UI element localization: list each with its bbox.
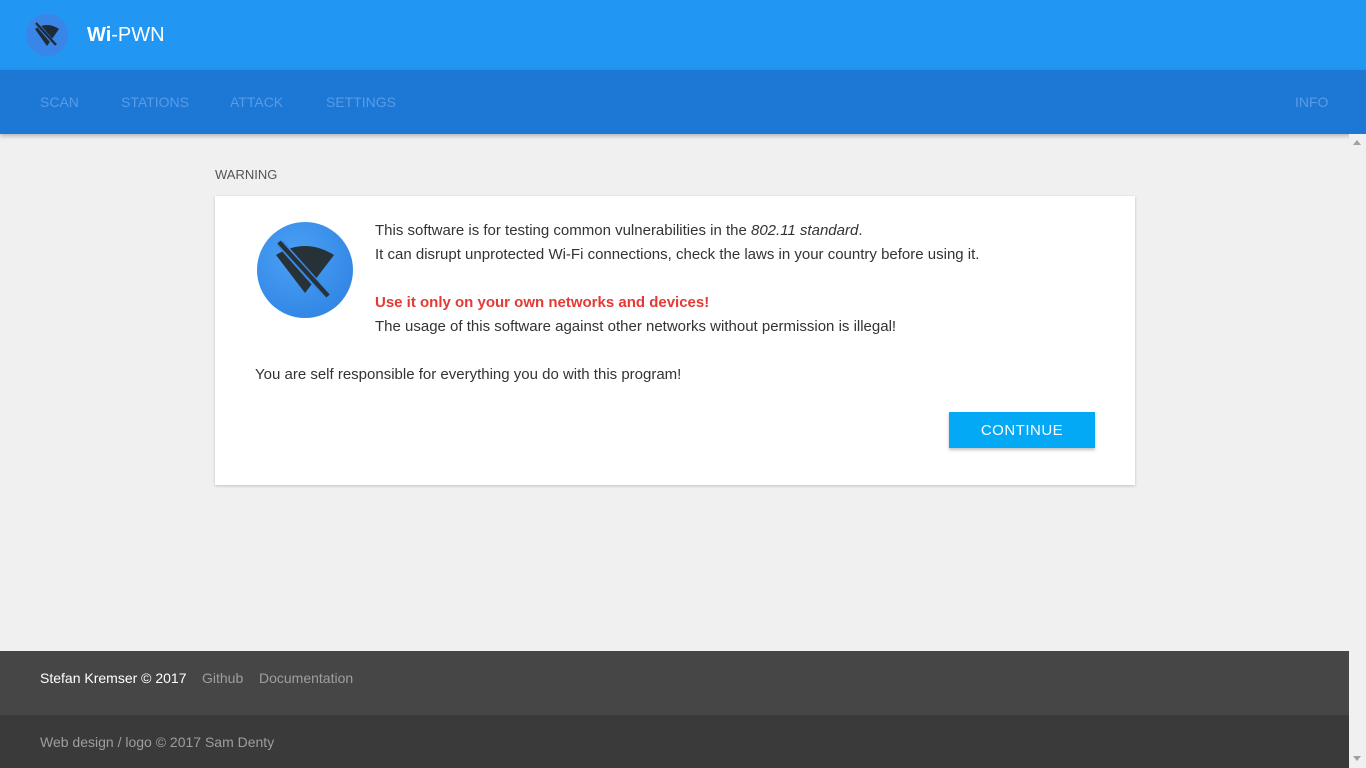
warning-text: Use it only on your own networks and dev… — [375, 294, 710, 311]
nav-info[interactable]: INFO — [1295, 94, 1328, 110]
standard-name: 802.11 standard — [751, 222, 859, 239]
footer-link-documentation[interactable]: Documentation — [259, 670, 353, 686]
responsibility-text: You are self responsible for everything … — [255, 366, 682, 383]
continue-button[interactable]: CONTINUE — [949, 412, 1095, 448]
nav-scan[interactable]: SCAN — [40, 94, 79, 110]
intro-text-suffix: . — [858, 222, 863, 239]
nav-attack[interactable]: ATTACK — [230, 94, 283, 110]
section-title: WARNING — [215, 167, 278, 182]
disruption-text: It can disrupt unprotected Wi-Fi connect… — [375, 246, 980, 263]
wifi-off-logo-icon — [257, 222, 353, 318]
footer-copyright: Stefan Kremser © 2017 — [40, 670, 187, 686]
app-header: Wi-PWN — [0, 0, 1366, 70]
warning-card: This software is for testing common vuln… — [215, 196, 1135, 485]
wifi-off-icon[interactable] — [26, 14, 68, 56]
footer-main: Stefan Kremser © 2017 Github Documentati… — [0, 651, 1349, 715]
intro-text-prefix: This software is for testing common vuln… — [375, 222, 751, 239]
footer-credits: Web design / logo © 2017 Sam Denty — [0, 715, 1349, 768]
nav-settings[interactable]: SETTINGS — [326, 94, 396, 110]
footer-link-github[interactable]: Github — [202, 670, 243, 686]
scroll-down-arrow-icon[interactable] — [1353, 756, 1361, 761]
scroll-up-arrow-icon[interactable] — [1353, 140, 1361, 145]
app-title-bold: Wi — [87, 24, 112, 46]
app-title[interactable]: Wi-PWN — [87, 23, 165, 47]
design-credit: Web design / logo © 2017 Sam Denty — [40, 734, 275, 750]
nav-stations[interactable]: STATIONS — [121, 94, 189, 110]
page-scrollbar[interactable] — [1349, 134, 1366, 768]
intro-text: This software is for testing common vuln… — [375, 222, 862, 240]
app-title-rest: -PWN — [111, 24, 165, 46]
illegal-usage-text: The usage of this software against other… — [375, 318, 897, 335]
main-nav: SCAN STATIONS ATTACK SETTINGS INFO — [0, 70, 1366, 134]
